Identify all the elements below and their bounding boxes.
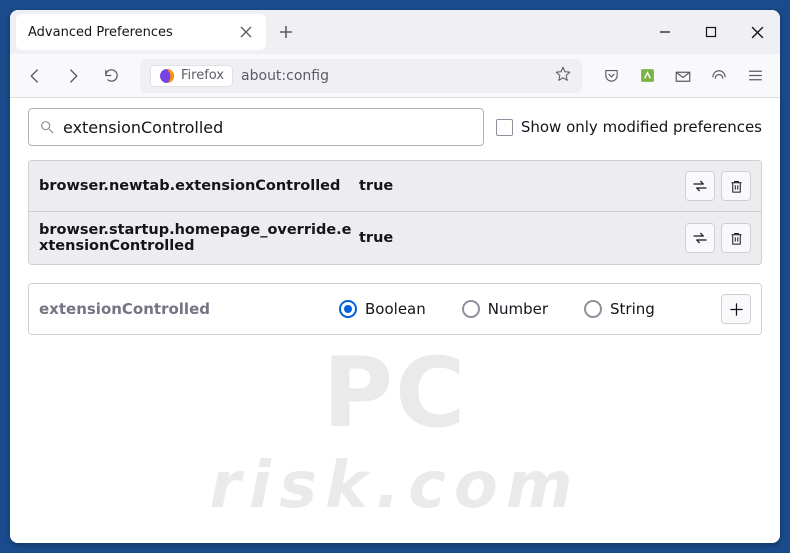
- pref-name: browser.startup.homepage_override.extens…: [39, 222, 359, 254]
- close-window-button[interactable]: [734, 10, 780, 54]
- create-pref-name: extensionControlled: [39, 300, 339, 318]
- create-pref-row: extensionControlled Boolean Number Strin…: [29, 284, 761, 334]
- forward-button[interactable]: [56, 59, 90, 93]
- back-button[interactable]: [18, 59, 52, 93]
- extension-button[interactable]: [630, 59, 664, 93]
- radio-icon: [339, 300, 357, 318]
- url-bar[interactable]: Firefox about:config: [140, 59, 582, 93]
- bookmark-star-icon[interactable]: [554, 65, 572, 87]
- search-row: Show only modified preferences: [28, 108, 762, 146]
- pref-name: browser.newtab.extensionControlled: [39, 178, 359, 194]
- radio-label: String: [610, 300, 655, 318]
- toggle-button[interactable]: [685, 223, 715, 253]
- identity-label: Firefox: [181, 68, 224, 83]
- reload-button[interactable]: [94, 59, 128, 93]
- minimize-button[interactable]: [642, 10, 688, 54]
- search-icon: [39, 119, 55, 135]
- radio-label: Number: [488, 300, 548, 318]
- url-text: about:config: [241, 68, 546, 84]
- type-radios: Boolean Number String: [339, 300, 721, 318]
- delete-button[interactable]: [721, 223, 751, 253]
- site-identity[interactable]: Firefox: [150, 65, 233, 87]
- watermark: PC risk.com: [10, 337, 780, 523]
- account-button[interactable]: [702, 59, 736, 93]
- browser-window: Advanced Preferences: [10, 10, 780, 543]
- radio-string[interactable]: String: [584, 300, 655, 318]
- radio-icon: [462, 300, 480, 318]
- titlebar: Advanced Preferences: [10, 10, 780, 54]
- radio-label: Boolean: [365, 300, 426, 318]
- delete-button[interactable]: [721, 171, 751, 201]
- pref-actions: [685, 223, 751, 253]
- firefox-logo-icon: [159, 68, 175, 84]
- page-content: Show only modified preferences browser.n…: [10, 98, 780, 543]
- create-pref-list: extensionControlled Boolean Number Strin…: [28, 283, 762, 335]
- pref-search-input[interactable]: [63, 118, 473, 137]
- mail-button[interactable]: [666, 59, 700, 93]
- new-tab-button[interactable]: [270, 16, 302, 48]
- window-controls: [642, 10, 780, 54]
- pref-row[interactable]: browser.newtab.extensionControlled true: [29, 161, 761, 211]
- close-tab-icon[interactable]: [238, 24, 254, 40]
- prefs-list: browser.newtab.extensionControlled true …: [28, 160, 762, 265]
- watermark-line2: risk.com: [209, 449, 580, 523]
- maximize-button[interactable]: [688, 10, 734, 54]
- toggle-button[interactable]: [685, 171, 715, 201]
- pref-actions: [685, 171, 751, 201]
- pref-search-box[interactable]: [28, 108, 484, 146]
- tab-title: Advanced Preferences: [28, 25, 230, 40]
- pocket-button[interactable]: [594, 59, 628, 93]
- browser-tab[interactable]: Advanced Preferences: [16, 14, 266, 50]
- pref-row[interactable]: browser.startup.homepage_override.extens…: [29, 211, 761, 264]
- checkbox-label: Show only modified preferences: [521, 118, 762, 136]
- checkbox-icon: [496, 119, 513, 136]
- add-pref-button[interactable]: [721, 294, 751, 324]
- radio-icon: [584, 300, 602, 318]
- show-modified-toggle[interactable]: Show only modified preferences: [496, 118, 762, 136]
- radio-number[interactable]: Number: [462, 300, 548, 318]
- pref-value: true: [359, 178, 685, 194]
- pref-value: true: [359, 230, 685, 246]
- watermark-line1: PC: [323, 337, 468, 449]
- app-menu-button[interactable]: [738, 59, 772, 93]
- radio-boolean[interactable]: Boolean: [339, 300, 426, 318]
- nav-toolbar: Firefox about:config: [10, 54, 780, 98]
